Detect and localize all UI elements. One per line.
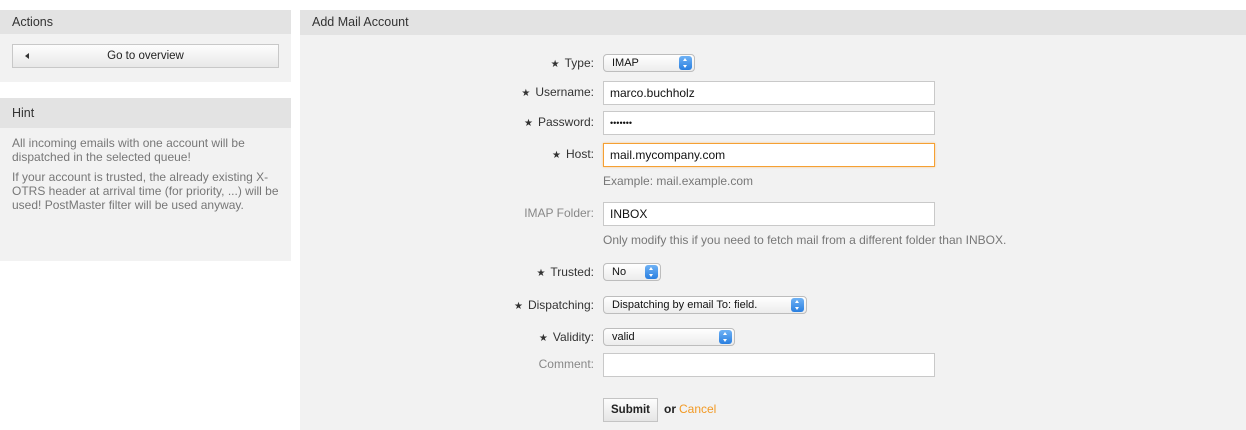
password-label-text: Password: bbox=[537, 115, 594, 129]
imap-folder-input[interactable]: INBOX bbox=[603, 202, 935, 226]
type-label: ★ Type: bbox=[551, 52, 594, 74]
add-mail-account-panel: Add Mail Account ★ Type: IMAP ★ Username: … bbox=[300, 10, 1246, 430]
hint-paragraph: All incoming emails with one account wil… bbox=[12, 136, 245, 164]
validity-select-value: valid bbox=[612, 331, 635, 343]
trusted-select-value: No bbox=[612, 266, 627, 278]
comment-row: Comment: bbox=[300, 353, 1246, 377]
dispatching-select[interactable]: Dispatching by email To: field. bbox=[603, 294, 807, 314]
imap-folder-label: IMAP Folder: bbox=[524, 206, 594, 220]
validity-label: ★ Validity: bbox=[539, 326, 594, 348]
validity-select-box[interactable]: valid bbox=[603, 328, 735, 346]
trusted-select[interactable]: No bbox=[603, 261, 661, 281]
star-icon: ★ bbox=[521, 88, 531, 99]
or-text: or bbox=[663, 402, 676, 416]
go-to-overview-button[interactable]: Go to overview bbox=[12, 44, 279, 68]
imap-folder-hint: Only modify this if you need to fetch ma… bbox=[603, 233, 1007, 247]
submit-button[interactable]: Submit bbox=[603, 398, 658, 422]
type-select[interactable]: IMAP bbox=[603, 52, 695, 72]
triangle-left-icon bbox=[25, 53, 29, 59]
password-row: ★ Password: ••••••• bbox=[300, 111, 1246, 135]
dispatching-label-text: Dispatching: bbox=[527, 298, 594, 312]
host-hint: Example: mail.example.com bbox=[603, 174, 754, 188]
updown-chevron-icon bbox=[719, 330, 732, 344]
page-title: Add Mail Account bbox=[300, 10, 1246, 35]
star-icon: ★ bbox=[552, 150, 561, 161]
trusted-select-box[interactable]: No bbox=[603, 263, 661, 281]
updown-chevron-icon bbox=[791, 298, 804, 312]
trusted-row: ★ Trusted: No bbox=[300, 261, 1246, 285]
host-label-text: Host: bbox=[565, 147, 594, 161]
cancel-link[interactable]: Cancel bbox=[679, 402, 716, 416]
actions-box: Actions Go to overview bbox=[0, 10, 291, 82]
dispatching-select-box[interactable]: Dispatching by email To: field. bbox=[603, 296, 807, 314]
host-input[interactable]: mail.mycompany.com bbox=[603, 143, 935, 167]
username-input[interactable]: marco.buchholz bbox=[603, 81, 935, 105]
username-row: ★ Username: marco.buchholz bbox=[300, 81, 1246, 105]
dispatching-select-value: Dispatching by email To: field. bbox=[612, 299, 758, 311]
hint-paragraph: If your account is trusted, the already … bbox=[12, 170, 279, 212]
dispatching-label: ★ Dispatching: bbox=[514, 294, 594, 316]
imap-folder-row: IMAP Folder: INBOX bbox=[300, 202, 1246, 226]
star-icon: ★ bbox=[550, 59, 560, 70]
dispatching-row: ★ Dispatching: Dispatching by email To: f… bbox=[300, 294, 1246, 318]
hint-text: All incoming emails with one account wil… bbox=[0, 128, 291, 212]
host-row: ★ Host: mail.mycompany.com bbox=[300, 143, 1246, 167]
host-label: ★ Host: bbox=[552, 143, 594, 165]
sidebar: Actions Go to overview Hint All incoming… bbox=[0, 10, 291, 261]
go-to-overview-label: Go to overview bbox=[107, 50, 184, 62]
password-label: ★ Password: bbox=[524, 111, 594, 133]
type-select-value: IMAP bbox=[612, 57, 639, 69]
hint-box: Hint All incoming emails with one accoun… bbox=[0, 98, 291, 261]
validity-row: ★ Validity: valid bbox=[300, 326, 1246, 350]
type-select-box[interactable]: IMAP bbox=[603, 54, 695, 72]
validity-select[interactable]: valid bbox=[603, 326, 735, 346]
star-icon: ★ bbox=[536, 268, 546, 279]
comment-input[interactable] bbox=[603, 353, 935, 377]
validity-label-text: Validity: bbox=[552, 330, 594, 344]
actions-header: Actions bbox=[0, 10, 291, 34]
password-input[interactable]: ••••••• bbox=[603, 111, 935, 135]
hint-header: Hint bbox=[0, 98, 291, 128]
trusted-label: ★ Trusted: bbox=[536, 261, 594, 283]
updown-chevron-icon bbox=[679, 56, 692, 70]
username-label-text: Username: bbox=[535, 85, 594, 99]
trusted-label-text: Trusted: bbox=[550, 265, 594, 279]
star-icon: ★ bbox=[538, 333, 548, 344]
star-icon: ★ bbox=[513, 301, 523, 312]
comment-label: Comment: bbox=[538, 357, 594, 371]
username-label: ★ Username: bbox=[521, 81, 594, 103]
type-label-text: Type: bbox=[564, 56, 594, 70]
star-icon: ★ bbox=[524, 118, 533, 129]
updown-chevron-icon bbox=[645, 265, 658, 279]
form-actions: Submit or Cancel bbox=[300, 398, 1246, 422]
type-row: ★ Type: IMAP bbox=[300, 52, 1246, 76]
